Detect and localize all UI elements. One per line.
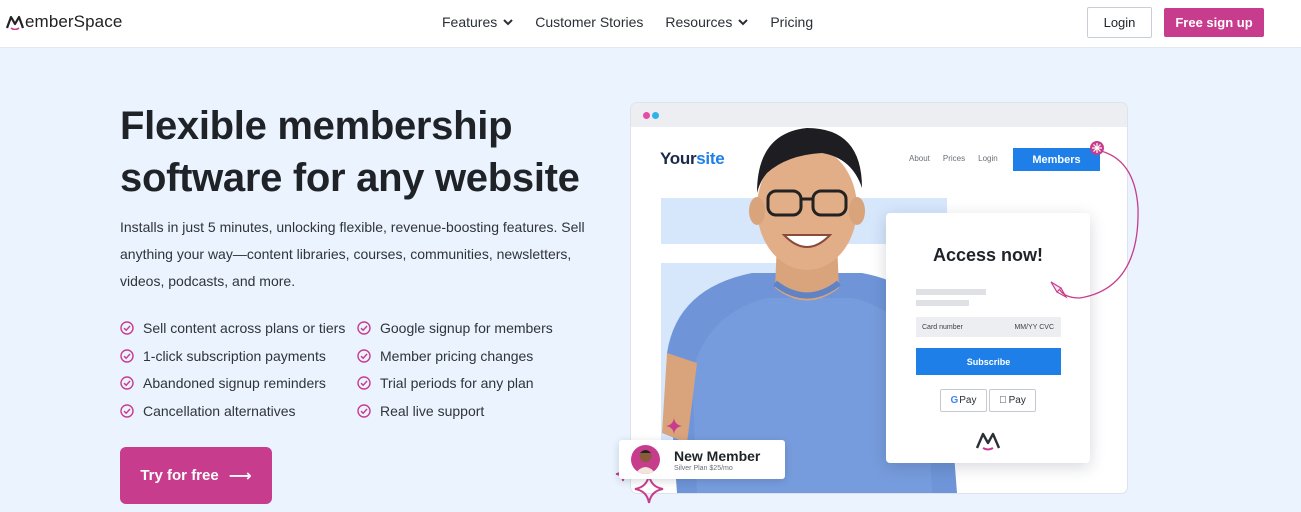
hero-title-line-1: Flexible membership bbox=[120, 104, 513, 148]
hero-description: Installs in just 5 minutes, unlocking fl… bbox=[120, 219, 585, 289]
card-number-field: Card number MM/YY CVC bbox=[916, 317, 1061, 337]
browser-dot-icon bbox=[643, 112, 650, 119]
feature-label: Trial periods for any plan bbox=[380, 375, 534, 392]
mock-nav-login: Login bbox=[978, 154, 998, 163]
placeholder-line bbox=[916, 300, 969, 306]
top-navigation: emberSpace Features Customer Stories Res… bbox=[0, 0, 1301, 48]
arrow-right-icon: ⟶ bbox=[228, 467, 252, 485]
memberspace-logo-icon bbox=[975, 432, 1001, 451]
feature-label: Sell content across plans or tiers bbox=[143, 320, 346, 337]
member-avatar-icon bbox=[635, 450, 656, 474]
nav-customer-stories[interactable]: Customer Stories bbox=[535, 14, 643, 30]
check-circle-icon bbox=[120, 321, 134, 335]
login-button[interactable]: Login bbox=[1087, 7, 1152, 38]
sparkle-icon bbox=[666, 418, 682, 434]
brand-logo[interactable]: emberSpace bbox=[6, 12, 122, 32]
check-circle-icon bbox=[357, 349, 371, 363]
gpay-label: Pay bbox=[959, 395, 977, 406]
free-signup-button[interactable]: Free sign up bbox=[1164, 8, 1264, 37]
feature-item: Trial periods for any plan bbox=[357, 373, 580, 394]
feature-label: Google signup for members bbox=[380, 320, 553, 337]
nav-customer-stories-label: Customer Stories bbox=[535, 14, 644, 30]
check-circle-icon bbox=[357, 321, 371, 335]
apple-icon:  bbox=[999, 395, 1007, 406]
card-number-label: Card number bbox=[922, 323, 963, 331]
chevron-down-icon bbox=[738, 18, 749, 25]
memberspace-logo-icon bbox=[6, 15, 24, 30]
feature-list: Sell content across plans or tiers Google… bbox=[120, 318, 580, 421]
nav-features-label: Features bbox=[442, 14, 498, 30]
feature-label: Abandoned signup reminders bbox=[143, 375, 326, 392]
rocket-icon bbox=[1050, 281, 1068, 299]
feature-item: Sell content across plans or tiers bbox=[120, 318, 357, 339]
nav-features[interactable]: Features bbox=[442, 14, 513, 30]
card-expiry-label: MM/YY CVC bbox=[1014, 323, 1054, 331]
toast-title: New Member bbox=[674, 448, 761, 464]
feature-item: Member pricing changes bbox=[357, 346, 580, 367]
brand-name: emberSpace bbox=[25, 12, 123, 31]
nav-pricing[interactable]: Pricing bbox=[770, 14, 813, 30]
feature-item: Abandoned signup reminders bbox=[120, 373, 357, 394]
feature-label: Real live support bbox=[380, 402, 485, 419]
feature-label: Member pricing changes bbox=[380, 347, 534, 364]
placeholder-line bbox=[916, 289, 986, 295]
feature-item: Cancellation alternatives bbox=[120, 401, 357, 422]
google-pay-button: G Pay bbox=[940, 389, 987, 412]
hero-title-line-2: software for any website bbox=[120, 156, 580, 200]
new-member-notification: New Member Silver Plan $25/mo bbox=[619, 440, 785, 479]
main-menu: Features Customer Stories Resources Pric… bbox=[442, 14, 835, 30]
nav-resources-label: Resources bbox=[665, 14, 733, 30]
feature-item: 1-click subscription payments bbox=[120, 346, 357, 367]
try-for-free-button[interactable]: Try for free ⟶ bbox=[120, 447, 272, 504]
feature-item: Real live support bbox=[357, 401, 580, 422]
feature-label: Cancellation alternatives bbox=[143, 402, 296, 419]
apple-pay-button: Pay bbox=[989, 389, 1036, 412]
check-circle-icon bbox=[357, 404, 371, 418]
subscribe-button: Subscribe bbox=[916, 348, 1061, 375]
check-circle-icon bbox=[357, 376, 371, 390]
toast-subtitle: Silver Plan $25/mo bbox=[674, 465, 733, 472]
nav-pricing-label: Pricing bbox=[770, 14, 814, 30]
avatar bbox=[631, 445, 660, 474]
chevron-down-icon bbox=[503, 18, 513, 25]
applepay-label: Pay bbox=[1004, 395, 1026, 406]
check-circle-icon bbox=[120, 376, 134, 390]
check-circle-icon bbox=[120, 349, 134, 363]
hero-title: Flexible membership software for any web… bbox=[120, 100, 600, 204]
feature-label: 1-click subscription payments bbox=[143, 347, 326, 364]
check-circle-icon bbox=[120, 404, 134, 418]
nav-resources[interactable]: Resources bbox=[665, 14, 749, 30]
google-g-icon: G bbox=[950, 395, 959, 406]
try-for-free-label: Try for free bbox=[140, 467, 219, 484]
feature-item: Google signup for members bbox=[357, 318, 580, 339]
